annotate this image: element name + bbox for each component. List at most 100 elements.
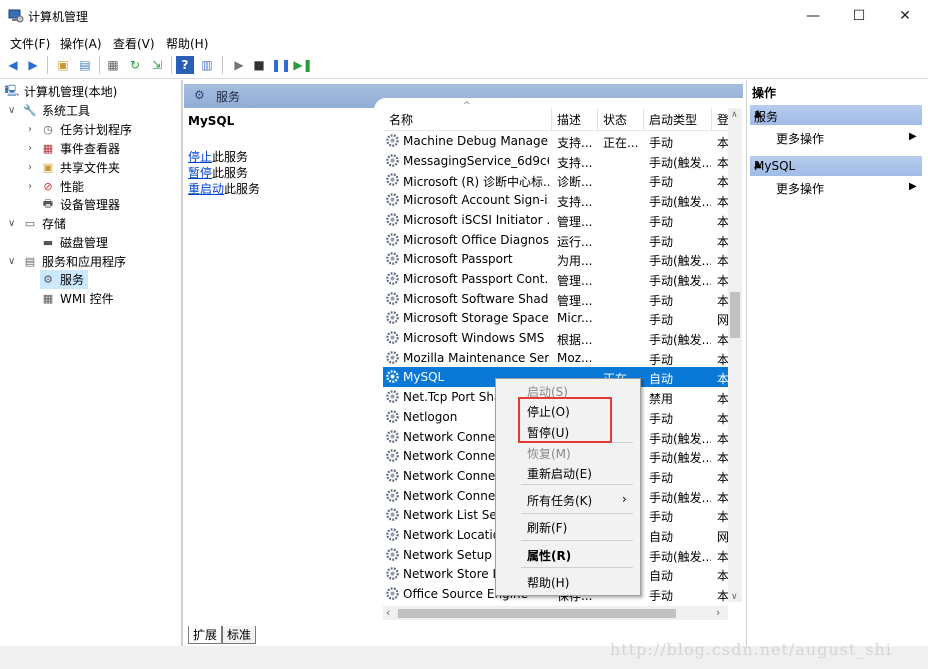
- service-row[interactable]: Microsoft Storage Space... Micr... 手动 网: [383, 308, 728, 328]
- tree-event-viewer[interactable]: ▦ 事件查看器: [40, 139, 120, 158]
- restart-link[interactable]: 重启动: [188, 182, 224, 196]
- vertical-scroll-thumb[interactable]: [730, 292, 740, 338]
- expand-chevron-icon[interactable]: ›: [28, 143, 32, 154]
- cell-start: 手动(触发...: [649, 490, 711, 505]
- horizontal-scroll-thumb[interactable]: [398, 609, 676, 618]
- menu-help[interactable]: 帮助(H): [166, 35, 208, 52]
- tree-services[interactable]: ⚙ 服务: [40, 270, 89, 289]
- context-menu-item[interactable]: 恢复(M): [527, 445, 571, 462]
- menu-file[interactable]: 文件(F): [10, 35, 50, 52]
- cell-logon: 网: [717, 530, 728, 544]
- service-gear-icon: [386, 134, 399, 147]
- refresh-icon[interactable]: ↻: [126, 56, 144, 74]
- context-menu-item[interactable]: 属性(R): [527, 547, 571, 564]
- start-service-icon[interactable]: ▶: [230, 56, 248, 74]
- stop-link[interactable]: 停止: [188, 150, 212, 164]
- service-row[interactable]: Microsoft Passport Cont... 管理... 手动(触发... 本: [383, 269, 728, 289]
- scroll-down-icon[interactable]: ∨: [731, 592, 738, 602]
- export-icon[interactable]: ⇲: [148, 56, 166, 74]
- pause-link[interactable]: 暂停: [188, 166, 212, 180]
- service-row[interactable]: Microsoft iSCSI Initiator ... 管理... 手动 本: [383, 210, 728, 230]
- expand-chevron-icon[interactable]: ›: [28, 181, 32, 192]
- cell-start: 手动(触发...: [649, 431, 711, 446]
- service-row[interactable]: Microsoft Passport 为用... 手动(触发... 本: [383, 249, 728, 269]
- tree-disk-management[interactable]: ▬ 磁盘管理: [40, 233, 108, 252]
- service-row[interactable]: Mozilla Maintenance Ser... Moz... 手动 本: [383, 348, 728, 368]
- vertical-scrollbar[interactable]: [728, 108, 742, 602]
- service-row[interactable]: Microsoft Software Shad... 管理... 手动 本: [383, 289, 728, 309]
- properties-icon[interactable]: ▦: [104, 56, 122, 74]
- column-status[interactable]: 状态: [603, 111, 627, 128]
- maximize-button[interactable]: ☐: [836, 0, 882, 32]
- scroll-left-icon[interactable]: ‹: [386, 606, 390, 619]
- minimize-button[interactable]: —: [790, 0, 836, 32]
- cell-name: Microsoft Passport: [403, 252, 513, 267]
- tree-system-tools[interactable]: 🔧 系统工具: [22, 101, 90, 120]
- service-row[interactable]: Machine Debug Manager 支持... 正在... 手动 本: [383, 131, 728, 151]
- cell-start: 自动: [649, 569, 674, 584]
- service-row[interactable]: Microsoft Account Sign-i... 支持... 手动(触发...…: [383, 190, 728, 210]
- actions-section-mysql[interactable]: MySQL ▲: [750, 156, 922, 176]
- actions-section-services[interactable]: 服务 ▲: [750, 105, 922, 125]
- service-gear-icon: [386, 370, 399, 384]
- help-icon[interactable]: ?: [176, 56, 194, 74]
- service-gear-icon: [386, 272, 399, 285]
- service-row[interactable]: Microsoft Windows SMS ... 根据... 手动(触发... 本: [383, 328, 728, 348]
- cell-name: MessagingService_6d9c6: [403, 153, 549, 168]
- scroll-up-icon[interactable]: ∧: [731, 110, 738, 120]
- cell-start: 手动(触发...: [649, 549, 711, 564]
- collapse-chevron-icon[interactable]: ∨: [8, 218, 15, 229]
- menu-action[interactable]: 操作(A): [60, 35, 102, 52]
- toolbar: ◀ ▶ ▣ ▤ ▦ ↻ ⇲ ? ▥ ▶ ■ ❚❚ ▶❚: [0, 52, 928, 79]
- tree-shared-folders[interactable]: ▣ 共享文件夹: [40, 158, 120, 177]
- scroll-right-icon[interactable]: ›: [716, 606, 720, 619]
- close-button[interactable]: ✕: [882, 0, 928, 32]
- cell-name: Microsoft Office Diagnos...: [403, 232, 549, 247]
- tree-performance[interactable]: ⊘ 性能: [40, 177, 84, 196]
- cell-logon: 本: [717, 352, 728, 367]
- restart-service-icon[interactable]: ▶❚: [293, 56, 312, 74]
- collapse-chevron-icon[interactable]: ∨: [8, 105, 15, 116]
- context-menu-item[interactable]: 帮助(H): [527, 574, 569, 591]
- menu-view[interactable]: 查看(V): [113, 35, 155, 52]
- tree-services-apps[interactable]: ▤ 服务和应用程序: [22, 252, 126, 271]
- tree-root[interactable]: 🖳 计算机管理(本地): [4, 82, 118, 101]
- context-menu-item[interactable]: 所有任务(K): [527, 492, 592, 509]
- back-icon[interactable]: ◀: [4, 56, 22, 74]
- expand-chevron-icon[interactable]: ›: [28, 124, 32, 135]
- tree-storage[interactable]: ▭ 存储: [22, 214, 66, 233]
- column-description[interactable]: 描述: [557, 111, 581, 128]
- service-gear-icon: [386, 449, 399, 462]
- tab-standard[interactable]: 标准: [222, 626, 257, 644]
- pause-service-icon[interactable]: ❚❚: [271, 56, 291, 74]
- show-hide-tree-icon[interactable]: ▤: [76, 56, 94, 74]
- service-row[interactable]: Microsoft (R) 诊断中心标... 诊断... 手动 本: [383, 170, 728, 190]
- cell-logon: 本: [717, 214, 728, 229]
- context-menu-item[interactable]: 刷新(F): [527, 519, 567, 536]
- action-pane-icon[interactable]: ▥: [198, 56, 216, 74]
- more-actions-services[interactable]: 更多操作: [776, 130, 824, 147]
- service-gear-icon: [386, 547, 399, 561]
- column-startup-type[interactable]: 启动类型: [649, 111, 697, 128]
- cell-start: 手动: [649, 175, 674, 190]
- expand-chevron-icon[interactable]: ›: [28, 162, 32, 173]
- stop-service-icon[interactable]: ■: [250, 56, 268, 74]
- service-row[interactable]: MessagingService_6d9c6 支持... 手动(触发... 本: [383, 151, 728, 171]
- service-row[interactable]: Microsoft Office Diagnos... 运行... 手动 本: [383, 230, 728, 250]
- up-folder-icon[interactable]: ▣: [54, 56, 72, 74]
- tab-extended[interactable]: 扩展: [188, 626, 223, 644]
- tree-task-scheduler[interactable]: ◷ 任务计划程序: [40, 120, 132, 139]
- collapse-chevron-icon[interactable]: ∨: [8, 256, 15, 267]
- pause-service-link: 暂停此服务: [188, 166, 249, 180]
- menu-bar: 文件(F) 操作(A) 查看(V) 帮助(H): [0, 32, 928, 52]
- column-name[interactable]: 名称: [389, 111, 413, 128]
- service-list-header: 名称 ^ 描述 状态 启动类型 登: [383, 101, 729, 131]
- forward-icon[interactable]: ▶: [24, 56, 42, 74]
- more-actions-mysql[interactable]: 更多操作: [776, 180, 824, 197]
- context-menu-item[interactable]: 重新启动(E): [527, 465, 592, 482]
- context-menu-separator: [521, 540, 633, 541]
- tree-device-manager[interactable]: 🖶 设备管理器: [40, 195, 120, 214]
- cell-start: 手动(触发...: [649, 195, 711, 210]
- tree-wmi[interactable]: ▦ WMI 控件: [40, 289, 114, 308]
- cell-name: Microsoft Storage Space...: [403, 311, 549, 326]
